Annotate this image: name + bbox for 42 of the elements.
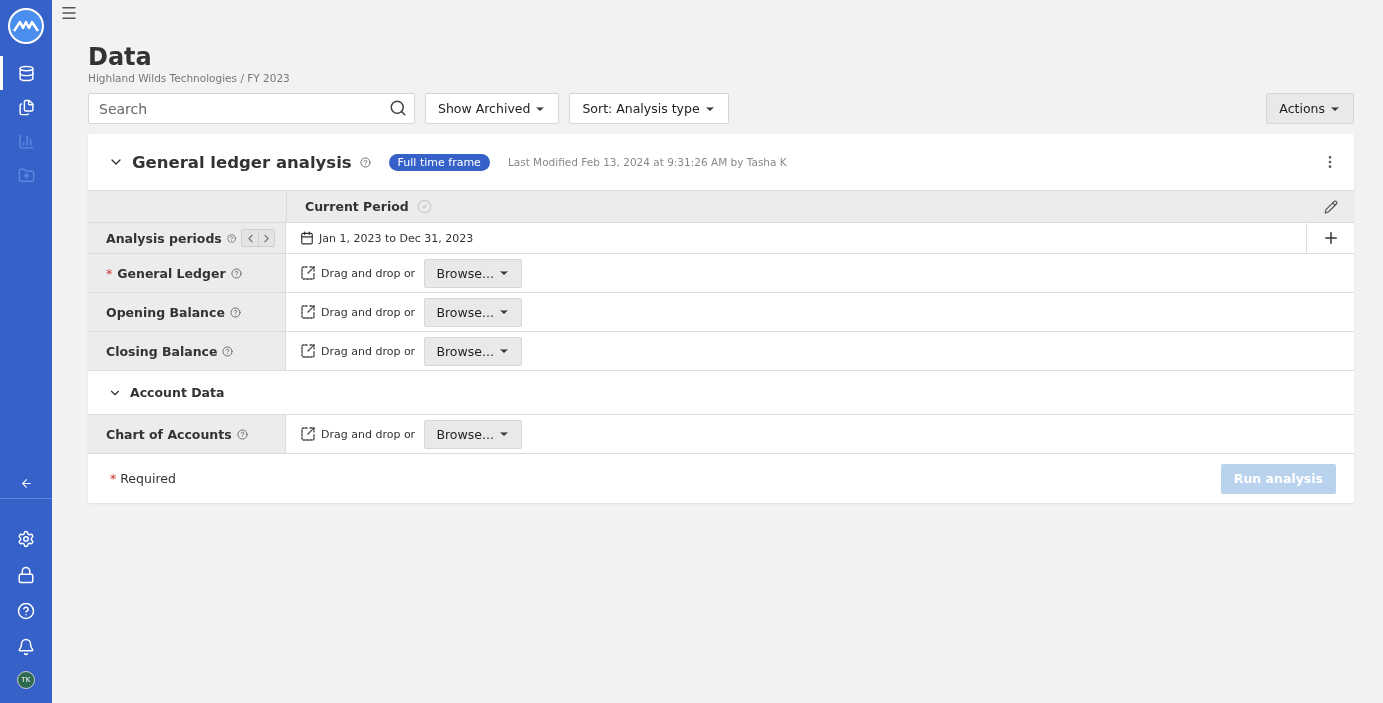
analysis-title: General ledger analysis (132, 152, 352, 172)
browse-button[interactable]: Browse... (424, 258, 523, 288)
filter-dropdown[interactable]: Sort: Analysis type (569, 93, 729, 124)
page-title: Data (88, 42, 153, 72)
drop-text: Drag and drop or (321, 427, 416, 441)
row-label-text: Analysis periods (106, 230, 222, 246)
browse-button[interactable]: Browse... (424, 336, 523, 366)
drop-text: Drag and drop or (321, 305, 416, 319)
search-field[interactable]: Search (88, 93, 415, 124)
column-title: Current Period (305, 199, 409, 214)
check-icon (416, 199, 432, 214)
help-icon[interactable] (230, 267, 242, 279)
upload-icon (300, 304, 316, 320)
help-icon[interactable] (229, 306, 241, 318)
calendar-icon (300, 231, 314, 245)
required-mark: * (110, 471, 117, 486)
logo-icon[interactable] (8, 8, 44, 44)
search-icon[interactable] (389, 99, 407, 117)
required-mark: * (106, 265, 113, 281)
help-icon[interactable] (359, 156, 371, 168)
breadcrumb: Highland Wilds Technologies / FY 2023 (88, 72, 291, 84)
browse-button[interactable]: Browse... (424, 297, 523, 327)
row-label-text: Closing Balance (106, 343, 218, 359)
help-icon[interactable] (236, 428, 248, 440)
date-range[interactable]: Jan 1, 2023 to Dec 31, 2023 (319, 231, 474, 245)
last-modified: Last Modified Feb 13, 2024 at 9:31:26 AM by Tasha K (507, 156, 788, 168)
help-icon[interactable] (222, 345, 234, 357)
row-label-text: Chart of Accounts (106, 426, 232, 442)
timeframe-badge: Full time frame (388, 153, 490, 171)
upload-icon (300, 343, 316, 359)
upload-icon (300, 426, 316, 442)
section-title: Account Data (130, 385, 225, 400)
upload-icon (300, 265, 316, 281)
browse-button[interactable]: Browse... (424, 419, 523, 449)
filter-dropdown[interactable]: Show Archived (425, 93, 560, 124)
required-note: Required (120, 471, 176, 486)
actions-dropdown[interactable]: Actions (1266, 93, 1354, 124)
row-label-text: General Ledger (117, 265, 226, 281)
help-icon[interactable] (226, 232, 236, 244)
drop-text: Drag and drop or (321, 344, 416, 358)
drop-text: Drag and drop or (321, 266, 416, 280)
row-label-text: Opening Balance (106, 304, 225, 320)
